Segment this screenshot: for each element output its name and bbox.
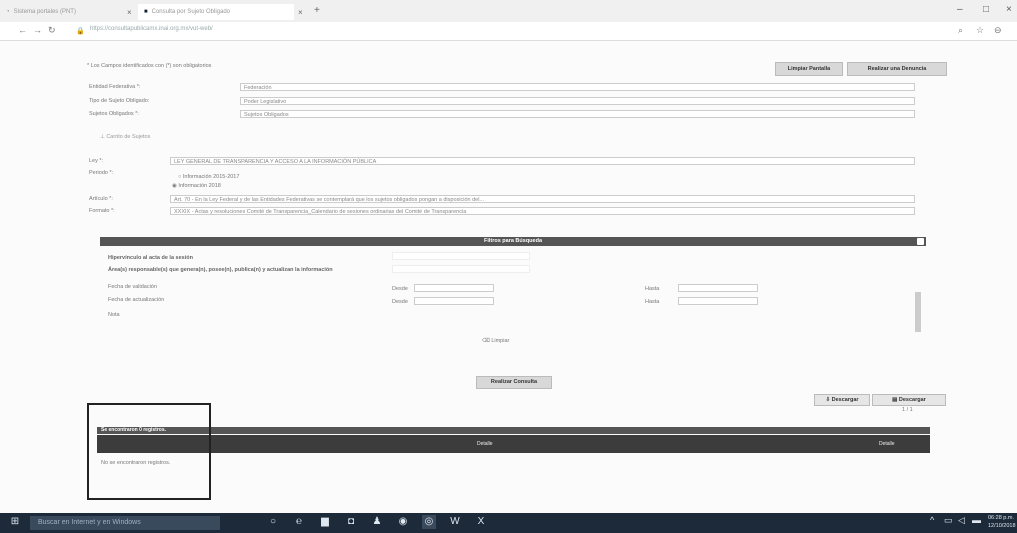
notification-icon[interactable]: ▬	[972, 515, 981, 525]
tab-close-icon[interactable]: ×	[127, 8, 132, 17]
results-header: Se encontraron 0 registros.	[97, 427, 930, 434]
fecha-validacion-desde-input[interactable]	[414, 284, 494, 292]
filter-hipervinculo-label: Hipervínculo al acta de la sesión	[108, 255, 193, 261]
entidad-select[interactable]: Federación	[240, 83, 915, 91]
zoom-icon[interactable]: ⌕	[958, 25, 963, 36]
tray-chevron-icon[interactable]: ^	[930, 515, 934, 525]
profile-icon[interactable]: ⊖	[994, 25, 1002, 36]
download-icon: ⇩	[825, 397, 831, 403]
file-complaint-button[interactable]: Realizar una Denuncia	[847, 62, 947, 76]
people-icon[interactable]: ♟	[370, 515, 384, 529]
store-icon[interactable]: ◘	[344, 515, 358, 529]
consult-button[interactable]: Realizar Consulta	[476, 376, 552, 389]
periodo-option-2[interactable]: ◉ Información 2018	[172, 183, 221, 189]
collapse-icon[interactable]	[917, 238, 924, 245]
download-button-2[interactable]: ▤ Descargar	[872, 394, 946, 406]
browser-tab-1[interactable]: ◔ Sistema portales (PNT)	[2, 4, 124, 20]
hasta-label: Hasta	[645, 299, 660, 305]
tab-favicon-icon: ■	[144, 9, 148, 15]
minimize-button[interactable]: –	[957, 4, 963, 15]
sujetos-select[interactable]: Sujetos Obligados	[240, 110, 915, 118]
desde-label: Desde	[392, 286, 408, 292]
window-close-button[interactable]: ×	[1006, 4, 1012, 15]
filters-scrollbar[interactable]	[914, 252, 922, 342]
filters-header-title: Filtros para Búsqueda	[483, 238, 543, 244]
download-button-1[interactable]: ⇩ Descargar	[814, 394, 870, 406]
filter-areas-input[interactable]	[392, 265, 530, 273]
articulo-select[interactable]: Art. 70 - En la Ley Federal y de las Ent…	[170, 195, 915, 203]
filters-header: Filtros para Búsqueda	[100, 237, 926, 246]
tab-2-title: Consulta por Sujeto Obligado	[151, 9, 231, 15]
maximize-button[interactable]: □	[983, 4, 989, 15]
browser-tab-2[interactable]: ■ Consulta por Sujeto Obligado	[138, 4, 294, 20]
carrito-button[interactable]: ⊥ Carrito de Sujetos	[100, 134, 150, 140]
tipo-label: Tipo de Sujeto Obligado:	[89, 98, 150, 104]
clock-date: 12/10/2018	[988, 523, 1016, 529]
word-icon[interactable]: W	[448, 515, 462, 529]
clock-time: 06:28 p.m.	[988, 515, 1014, 521]
fecha-actualizacion-hasta-input[interactable]	[678, 297, 758, 305]
reload-icon[interactable]: ↻	[48, 25, 56, 36]
periodo-option-2-label: Información 2018	[178, 183, 221, 189]
filter-areas-label: Área(s) responsable(s) que genera(n), po…	[108, 267, 333, 273]
periodo-label: Periodo *:	[89, 170, 114, 176]
formato-select[interactable]: XXXIX - Actas y resoluciones Comité de T…	[170, 207, 915, 215]
filter-fecha-validacion-label: Fecha de validación	[108, 284, 157, 290]
formato-label: Formato *:	[89, 208, 115, 214]
windows-start-icon[interactable]: ⊞	[8, 515, 22, 529]
clear-filters-label: Limpiar	[491, 338, 510, 344]
network-icon[interactable]: ▭	[944, 515, 953, 526]
articulo-label: Artículo *:	[89, 196, 113, 202]
tipo-select[interactable]: Poder Legislativo	[240, 97, 915, 105]
filter-fecha-actualizacion-label: Fecha de actualización	[108, 297, 165, 303]
col-detail: Detalle	[477, 441, 493, 447]
chrome-icon[interactable]: ◎	[422, 515, 436, 529]
entidad-label: Entidad Federativa *:	[89, 84, 141, 90]
eraser-icon: ⌫	[482, 338, 490, 344]
forward-icon[interactable]: →	[33, 25, 42, 35]
ley-label: Ley *:	[89, 158, 104, 164]
scrollbar-thumb[interactable]	[915, 292, 921, 332]
url-field[interactable]: https://consultapublicamx.inai.org.mx/vu…	[90, 26, 213, 32]
lock-icon: 🔒	[76, 28, 85, 35]
carrito-label: Carrito de Sujetos	[106, 134, 151, 140]
filter-nota-label: Nota	[108, 312, 120, 318]
fecha-validacion-hasta-input[interactable]	[678, 284, 758, 292]
pagination: 1 / 1	[902, 407, 913, 413]
volume-icon[interactable]: ◁	[958, 515, 965, 526]
tab-1-title: Sistema portales (PNT)	[13, 9, 76, 15]
cart-icon: ⊥	[100, 134, 105, 140]
explorer-icon[interactable]: ▆	[318, 515, 332, 529]
results-columns: Detalle Detalle	[97, 435, 930, 453]
clear-screen-button[interactable]: Limpiar Pantalla	[775, 62, 843, 76]
back-icon[interactable]: ←	[18, 25, 27, 35]
filter-hipervinculo-input[interactable]	[392, 252, 530, 260]
desde-label: Desde	[392, 299, 408, 305]
cortana-icon[interactable]: ○	[266, 515, 280, 529]
excel-taskbar-icon[interactable]: X	[474, 515, 488, 529]
hasta-label: Hasta	[645, 286, 660, 292]
tab-close-icon[interactable]: ×	[298, 8, 303, 17]
ley-select[interactable]: LEY GENERAL DE TRANSPARENCIA Y ACCESO A …	[170, 157, 915, 165]
edge-icon[interactable]: ℮	[292, 515, 306, 529]
highlight-box	[87, 403, 211, 500]
periodo-option-1-label: Información 2015-2017	[182, 174, 240, 180]
radio-selected-icon: ◉	[172, 183, 177, 189]
star-icon[interactable]: ☆	[976, 25, 984, 36]
clear-filters-button[interactable]: ⌫ Limpiar	[482, 338, 509, 344]
fecha-actualizacion-desde-input[interactable]	[414, 297, 494, 305]
tab-favicon-icon: ◔	[6, 9, 10, 15]
radio-icon: ○	[178, 174, 182, 180]
download-2-label: Descargar	[898, 397, 926, 403]
excel-icon: ▤	[892, 397, 898, 403]
skype-icon[interactable]: ◉	[396, 515, 410, 529]
clock[interactable]: 06:28 p.m. 12/10/2018	[988, 514, 1016, 530]
download-1-label: Descargar	[831, 397, 859, 403]
col-action: Detalle	[879, 441, 895, 447]
sujetos-label: Sujetos Obligados *:	[89, 111, 139, 117]
taskbar-search[interactable]: Buscar en Internet y en Windows	[30, 516, 220, 530]
required-fields-note: * Los Campos identificados con (*) son o…	[87, 63, 212, 69]
new-tab-button[interactable]: +	[314, 5, 320, 16]
periodo-option-1[interactable]: ○ Información 2015-2017	[178, 174, 239, 180]
